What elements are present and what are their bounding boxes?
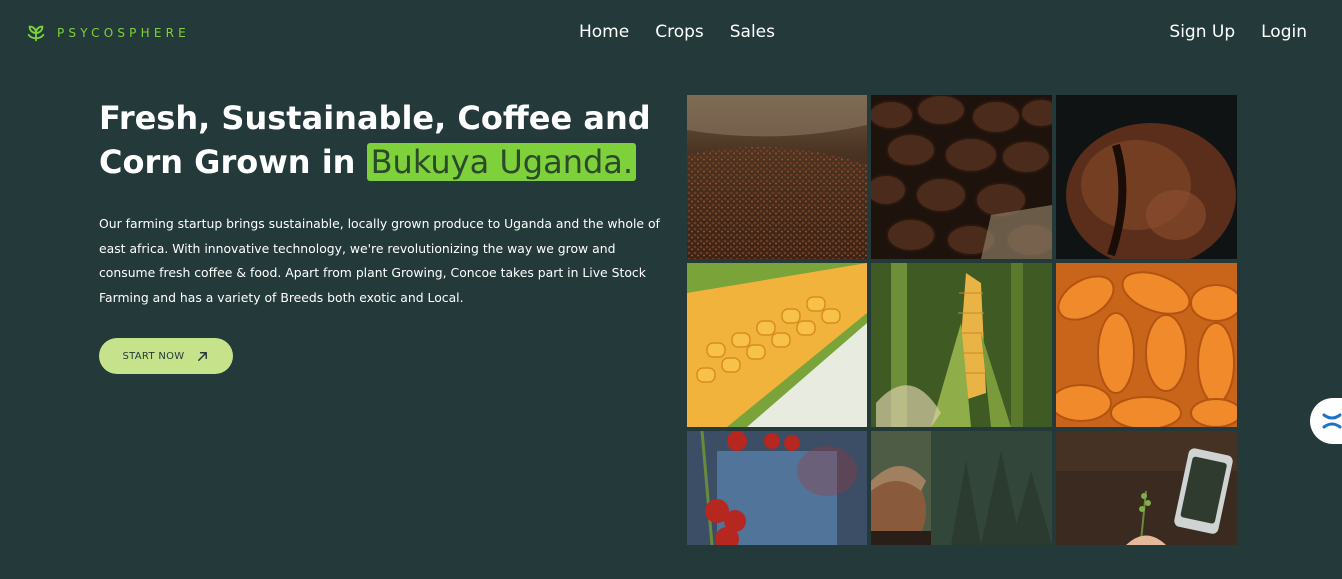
start-now-button[interactable]: START NOW: [99, 338, 233, 374]
gallery-image-seedling-phone: [1056, 431, 1237, 545]
auth-nav: Sign Up Login: [1169, 22, 1307, 42]
arrow-up-right-icon: [198, 351, 208, 361]
hero-description: Our farming startup brings sustainable, …: [99, 216, 660, 305]
brand-logo[interactable]: PSYCOSPHERE: [25, 22, 190, 44]
page: PSYCOSPHERE Home Crops Sales Sign Up Log…: [0, 0, 1342, 579]
gallery-image-ground-coffee: [687, 95, 867, 259]
gallery-image-single-bean: [1056, 95, 1237, 259]
chat-widget-icon: [1322, 413, 1342, 429]
nav-link-home[interactable]: Home: [579, 22, 629, 42]
hero-title-line2: Corn Grown in: [99, 143, 367, 181]
gallery-image-farmer-forest: [871, 431, 1052, 545]
gallery-image-corn-pile: [1056, 263, 1237, 427]
login-link[interactable]: Login: [1261, 22, 1307, 42]
brand-name: PSYCOSPHERE: [57, 26, 190, 40]
chat-widget-button[interactable]: [1310, 398, 1342, 444]
hero-title-line1: Fresh, Sustainable, Coffee and: [99, 99, 651, 137]
gallery-image-coffee-beans: [871, 95, 1052, 259]
gallery-image-corn-cob: [687, 263, 867, 427]
leaf-sprout-icon: [27, 25, 45, 42]
gallery-image-corn-stalk: [871, 263, 1052, 427]
sign-up-link[interactable]: Sign Up: [1169, 22, 1235, 42]
start-now-label: START NOW: [122, 350, 185, 362]
hero-title-highlight: Bukuya Uganda.: [366, 143, 637, 181]
nav-link-sales[interactable]: Sales: [730, 22, 775, 42]
nav-link-crops[interactable]: Crops: [655, 22, 704, 42]
main-nav: Home Crops Sales: [579, 22, 775, 42]
gallery-image-coffee-cherries: [687, 431, 867, 545]
top-navbar: PSYCOSPHERE Home Crops Sales Sign Up Log…: [0, 0, 1342, 66]
hero-title: Fresh, Sustainable, Coffee and Corn Grow…: [99, 96, 659, 184]
photo-gallery: [687, 95, 1237, 545]
